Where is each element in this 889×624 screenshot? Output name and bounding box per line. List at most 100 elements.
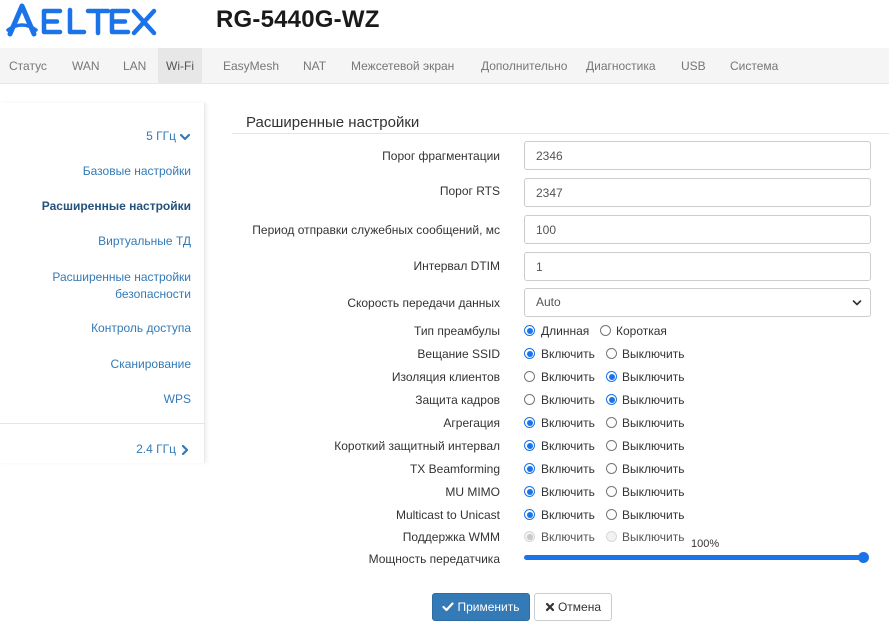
aggregation-enable-radio[interactable]: [524, 417, 535, 428]
nav-nat[interactable]: NAT: [297, 48, 332, 84]
mu-mimo-disable-radio[interactable]: [606, 486, 617, 497]
frag-threshold-input[interactable]: [524, 141, 871, 170]
nav-diagnostics[interactable]: Диагностика: [580, 48, 662, 84]
top-nav: Статус WAN LAN Wi-Fi EasyMesh NAT Межсет…: [0, 48, 889, 84]
sidebar-band-5ghz[interactable]: 5 ГГц: [146, 128, 191, 145]
sidebar-item-advanced-security[interactable]: Расширенные настройки безопасности: [52, 269, 191, 303]
device-model: RG-5440G-WZ: [216, 6, 380, 33]
data-rate-value: Auto: [536, 295, 561, 309]
frag-threshold-label: Порог фрагментации: [382, 149, 500, 163]
wmm-support-enable-radio: [524, 531, 535, 542]
ssid-broadcast-radio-group: Включить Выключить: [524, 346, 724, 362]
page-title: Расширенные настройки: [246, 114, 420, 131]
frame-protection-label: Защита кадров: [415, 393, 500, 407]
chevron-down-icon: [852, 300, 862, 306]
sidebar-band-24ghz[interactable]: 2.4 ГГц: [136, 441, 191, 458]
client-isolation-enable-label: Включить: [541, 370, 595, 384]
frame-protection-enable-radio[interactable]: [524, 394, 535, 405]
multicast-to-unicast-enable-label: Включить: [541, 508, 595, 522]
client-isolation-disable-radio[interactable]: [606, 371, 617, 382]
short-gi-enable-radio[interactable]: [524, 440, 535, 451]
multicast-to-unicast-disable-radio[interactable]: [606, 509, 617, 520]
multicast-to-unicast-enable-radio[interactable]: [524, 509, 535, 520]
nav-status[interactable]: Статус: [3, 48, 53, 84]
preamble-radio-group: Длинная Короткая: [524, 323, 724, 339]
sidebar-item-access-control[interactable]: Контроль доступа: [91, 320, 191, 337]
nav-advanced[interactable]: Дополнительно: [475, 48, 573, 84]
tx-beamforming-enable-radio[interactable]: [524, 463, 535, 474]
sidebar-item-advanced-security-line1: Расширенные настройки: [52, 270, 191, 284]
short-gi-disable-radio[interactable]: [606, 440, 617, 451]
nav-wan[interactable]: WAN: [66, 48, 106, 84]
multicast-to-unicast-label: Multicast to Unicast: [395, 508, 500, 522]
beacon-interval-input[interactable]: [524, 215, 871, 244]
tx-beamforming-label: TX Beamforming: [409, 462, 500, 476]
preamble-short-radio[interactable]: [600, 325, 611, 336]
tx-power-value: 100%: [691, 538, 720, 550]
ssid-broadcast-label: Вещание SSID: [417, 347, 500, 361]
chevron-down-icon: [179, 133, 191, 140]
dtim-interval-input[interactable]: [524, 252, 871, 281]
sidebar-item-virtual-ap[interactable]: Виртуальные ТД: [98, 233, 191, 250]
multicast-to-unicast-disable-label: Выключить: [622, 508, 685, 522]
mu-mimo-enable-radio[interactable]: [524, 486, 535, 497]
nav-lan[interactable]: LAN: [117, 48, 152, 84]
sidebar-item-basic[interactable]: Базовые настройки: [83, 163, 191, 180]
aggregation-label: Агрегация: [443, 416, 500, 430]
band-24ghz-label: 2.4 ГГц: [136, 442, 176, 456]
ssid-broadcast-disable-radio[interactable]: [606, 348, 617, 359]
tx-power-slider-handle[interactable]: [858, 552, 869, 563]
header: RG-5440G-WZ: [0, 0, 889, 40]
ssid-broadcast-disable-label: Выключить: [622, 347, 685, 361]
data-rate-select[interactable]: Auto: [524, 288, 871, 317]
mu-mimo-disable-label: Выключить: [622, 485, 685, 499]
short-gi-disable-label: Выключить: [622, 439, 685, 453]
cancel-button[interactable]: Отмена: [534, 593, 612, 621]
short-gi-label: Короткий защитный интервал: [334, 439, 500, 453]
sidebar-item-wps[interactable]: WPS: [164, 391, 191, 408]
band-5ghz-label: 5 ГГц: [146, 129, 176, 143]
chevron-right-icon: [181, 444, 189, 455]
client-isolation-radio-group: Включить Выключить: [524, 369, 724, 385]
cancel-button-label: Отмена: [557, 600, 602, 614]
frame-protection-radio-group: Включить Выключить: [524, 392, 724, 408]
preamble-long-label: Длинная: [541, 324, 590, 338]
eltex-logo: [6, 3, 157, 37]
short-gi-radio-group: Включить Выключить: [524, 438, 724, 454]
tx-power-slider-track[interactable]: [524, 555, 865, 560]
sidebar-item-advanced[interactable]: Расширенные настройки: [42, 198, 191, 215]
close-icon: [545, 602, 555, 611]
sidebar: 5 ГГц Базовые настройки Расширенные наст…: [0, 103, 205, 463]
tx-beamforming-enable-label: Включить: [541, 462, 595, 476]
client-isolation-disable-label: Выключить: [622, 370, 685, 384]
wmm-support-disable-radio: [606, 531, 617, 542]
preamble-short-label: Короткая: [616, 324, 667, 338]
tx-beamforming-disable-radio[interactable]: [606, 463, 617, 474]
tx-beamforming-disable-label: Выключить: [622, 462, 685, 476]
aggregation-disable-label: Выключить: [622, 416, 685, 430]
frame-protection-disable-radio[interactable]: [606, 394, 617, 405]
rts-threshold-label: Порог RTS: [439, 184, 500, 198]
nav-wifi[interactable]: Wi-Fi: [158, 48, 202, 84]
check-icon: [442, 602, 455, 611]
frame-protection-enable-label: Включить: [541, 393, 595, 407]
preamble-label: Тип преамбулы: [414, 324, 500, 338]
apply-button[interactable]: Применить: [432, 593, 530, 621]
sidebar-item-advanced-security-line2: безопасности: [115, 287, 191, 301]
wmm-support-enable-label: Включить: [541, 530, 595, 544]
wmm-support-label: Поддержка WMM: [402, 530, 500, 544]
tx-beamforming-radio-group: Включить Выключить: [524, 461, 724, 477]
ssid-broadcast-enable-radio[interactable]: [524, 348, 535, 359]
preamble-long-radio[interactable]: [524, 325, 535, 336]
client-isolation-enable-radio[interactable]: [524, 371, 535, 382]
nav-easymesh[interactable]: EasyMesh: [217, 48, 285, 84]
beacon-interval-label: Период отправки служебных сообщений, мс: [252, 223, 500, 237]
nav-system[interactable]: Система: [724, 48, 784, 84]
multicast-to-unicast-radio-group: Включить Выключить: [524, 507, 724, 523]
tx-power-label: Мощность передатчика: [368, 552, 500, 566]
rts-threshold-input[interactable]: [524, 178, 871, 207]
aggregation-disable-radio[interactable]: [606, 417, 617, 428]
nav-usb[interactable]: USB: [675, 48, 712, 84]
sidebar-item-scan[interactable]: Сканирование: [111, 356, 191, 373]
nav-firewall[interactable]: Межсетевой экран: [345, 48, 460, 84]
